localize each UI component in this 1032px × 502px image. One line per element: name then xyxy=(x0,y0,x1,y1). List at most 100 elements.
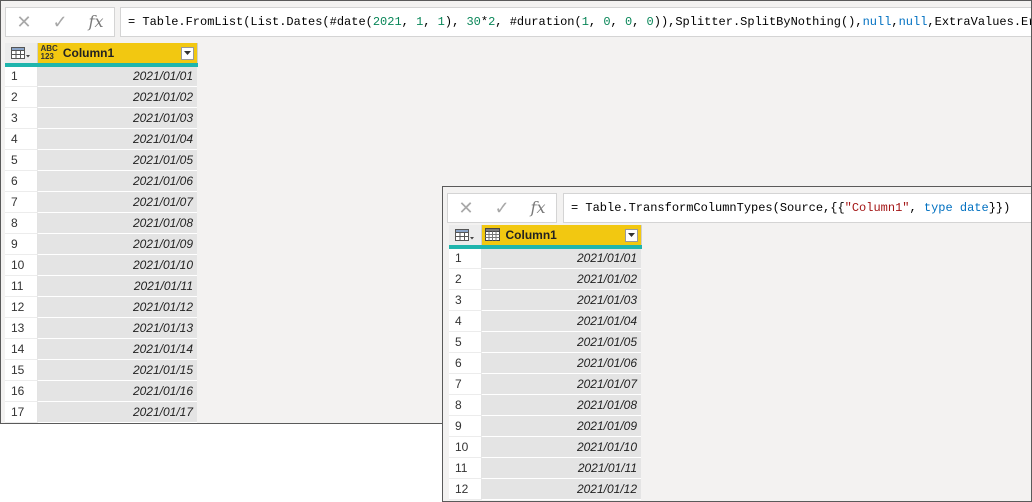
table-row: 7 2021/01/07 xyxy=(449,373,641,395)
commit-icon[interactable]: ✓ xyxy=(488,194,516,222)
date-cell[interactable]: 2021/01/17 xyxy=(37,401,197,423)
column-header-label: Column1 xyxy=(62,46,115,60)
column-header[interactable]: ABC 123 Column1 xyxy=(37,43,198,67)
chevron-down-icon xyxy=(183,51,191,55)
row-number[interactable]: 14 xyxy=(5,338,38,360)
date-cell[interactable]: 2021/01/04 xyxy=(37,128,197,150)
date-cell[interactable]: 2021/01/04 xyxy=(481,310,641,332)
date-cell[interactable]: 2021/01/15 xyxy=(37,359,197,381)
row-number[interactable]: 1 xyxy=(449,247,482,269)
date-cell[interactable]: 2021/01/02 xyxy=(481,268,641,290)
table-row: 1 2021/01/01 xyxy=(5,65,197,87)
fx-icon[interactable]: fx xyxy=(82,8,110,36)
formula-token: null xyxy=(862,15,892,29)
table-row: 9 2021/01/09 xyxy=(449,415,641,437)
filter-dropdown-button[interactable] xyxy=(624,228,638,242)
row-number[interactable]: 1 xyxy=(5,65,38,87)
date-cell[interactable]: 2021/01/05 xyxy=(481,331,641,353)
row-number[interactable]: 16 xyxy=(5,380,38,402)
row-number[interactable]: 3 xyxy=(5,107,38,129)
row-number[interactable]: 6 xyxy=(5,170,38,192)
row-number[interactable]: 12 xyxy=(449,478,482,500)
row-number[interactable]: 8 xyxy=(5,212,38,234)
date-cell[interactable]: 2021/01/08 xyxy=(37,212,197,234)
date-cell[interactable]: 2021/01/12 xyxy=(481,478,641,500)
date-cell[interactable]: 2021/01/06 xyxy=(481,352,641,374)
row-number[interactable]: 10 xyxy=(449,436,482,458)
column-header[interactable]: Column1 xyxy=(481,225,642,249)
table-icon xyxy=(10,47,30,59)
date-cell[interactable]: 2021/01/06 xyxy=(37,170,197,192)
table-menu-button[interactable] xyxy=(449,225,482,249)
row-number[interactable]: 15 xyxy=(5,359,38,381)
date-cell[interactable]: 2021/01/05 xyxy=(37,149,197,171)
row-number[interactable]: 2 xyxy=(5,86,38,108)
row-number[interactable]: 5 xyxy=(5,149,38,171)
table-menu-button[interactable] xyxy=(5,43,38,67)
row-number[interactable]: 11 xyxy=(449,457,482,479)
table-row: 2 2021/01/02 xyxy=(449,268,641,290)
row-number[interactable]: 9 xyxy=(5,233,38,255)
table-row: 5 2021/01/05 xyxy=(5,149,197,171)
formula-token: ), xyxy=(444,15,467,29)
formula-token: type xyxy=(923,201,953,215)
date-cell[interactable]: 2021/01/09 xyxy=(481,415,641,437)
date-cell[interactable]: 2021/01/01 xyxy=(37,65,197,87)
formula-buttons: ✕ ✓ fx xyxy=(5,7,115,37)
row-number[interactable]: 11 xyxy=(5,275,38,297)
formula-input[interactable]: = Table.FromList(List.Dates(#date(2021 , … xyxy=(120,7,1031,37)
date-cell[interactable]: 2021/01/03 xyxy=(481,289,641,311)
table-row: 3 2021/01/03 xyxy=(449,289,641,311)
row-number[interactable]: 3 xyxy=(449,289,482,311)
row-number[interactable]: 10 xyxy=(5,254,38,276)
row-number[interactable]: 8 xyxy=(449,394,482,416)
row-number[interactable]: 12 xyxy=(5,296,38,318)
formula-token: ,ExtraValues.Error) xyxy=(927,15,1031,29)
date-cell[interactable]: 2021/01/07 xyxy=(481,373,641,395)
date-cell[interactable]: 2021/01/13 xyxy=(37,317,197,339)
table-row: 7 2021/01/07 xyxy=(5,191,197,213)
date-cell[interactable]: 2021/01/03 xyxy=(37,107,197,129)
table-row: 8 2021/01/08 xyxy=(5,212,197,234)
table-row: 2 2021/01/02 xyxy=(5,86,197,108)
any-type-icon[interactable]: ABC 123 xyxy=(41,45,58,61)
date-cell[interactable]: 2021/01/10 xyxy=(37,254,197,276)
table-icon xyxy=(454,229,474,241)
row-number[interactable]: 4 xyxy=(449,310,482,332)
row-number[interactable]: 6 xyxy=(449,352,482,374)
date-cell[interactable]: 2021/01/16 xyxy=(37,380,197,402)
fx-icon[interactable]: fx xyxy=(524,194,552,222)
table-row: 6 2021/01/06 xyxy=(5,170,197,192)
date-cell[interactable]: 2021/01/10 xyxy=(481,436,641,458)
date-cell[interactable]: 2021/01/12 xyxy=(37,296,197,318)
cancel-icon[interactable]: ✕ xyxy=(10,8,38,36)
filter-dropdown-button[interactable] xyxy=(180,46,194,60)
date-cell[interactable]: 2021/01/14 xyxy=(37,338,197,360)
cancel-icon[interactable]: ✕ xyxy=(452,194,480,222)
formula-bar: ✕ ✓ fx = Table.FromList(List.Dates(#date… xyxy=(1,1,1031,43)
formula-token: , xyxy=(909,201,924,215)
row-number[interactable]: 4 xyxy=(5,128,38,150)
formula-input[interactable]: = Table.TransformColumnTypes(Source,{{"C… xyxy=(563,193,1031,223)
commit-icon[interactable]: ✓ xyxy=(46,8,74,36)
date-cell[interactable]: 2021/01/11 xyxy=(481,457,641,479)
formula-token: 2021 xyxy=(372,15,402,29)
table-row: 6 2021/01/06 xyxy=(449,352,641,374)
date-type-icon[interactable] xyxy=(484,228,501,242)
formula-token: * xyxy=(480,15,489,29)
row-number[interactable]: 17 xyxy=(5,401,38,423)
date-cell[interactable]: 2021/01/02 xyxy=(37,86,197,108)
row-number[interactable]: 5 xyxy=(449,331,482,353)
table-row: 10 2021/01/10 xyxy=(449,436,641,458)
date-cell[interactable]: 2021/01/09 xyxy=(37,233,197,255)
date-cell[interactable]: 2021/01/07 xyxy=(37,191,197,213)
row-number[interactable]: 7 xyxy=(449,373,482,395)
date-cell[interactable]: 2021/01/08 xyxy=(481,394,641,416)
row-number[interactable]: 9 xyxy=(449,415,482,437)
row-number[interactable]: 13 xyxy=(5,317,38,339)
date-cell[interactable]: 2021/01/11 xyxy=(37,275,197,297)
row-number[interactable]: 7 xyxy=(5,191,38,213)
formula-token: "Column1" xyxy=(844,201,910,215)
date-cell[interactable]: 2021/01/01 xyxy=(481,247,641,269)
row-number[interactable]: 2 xyxy=(449,268,482,290)
